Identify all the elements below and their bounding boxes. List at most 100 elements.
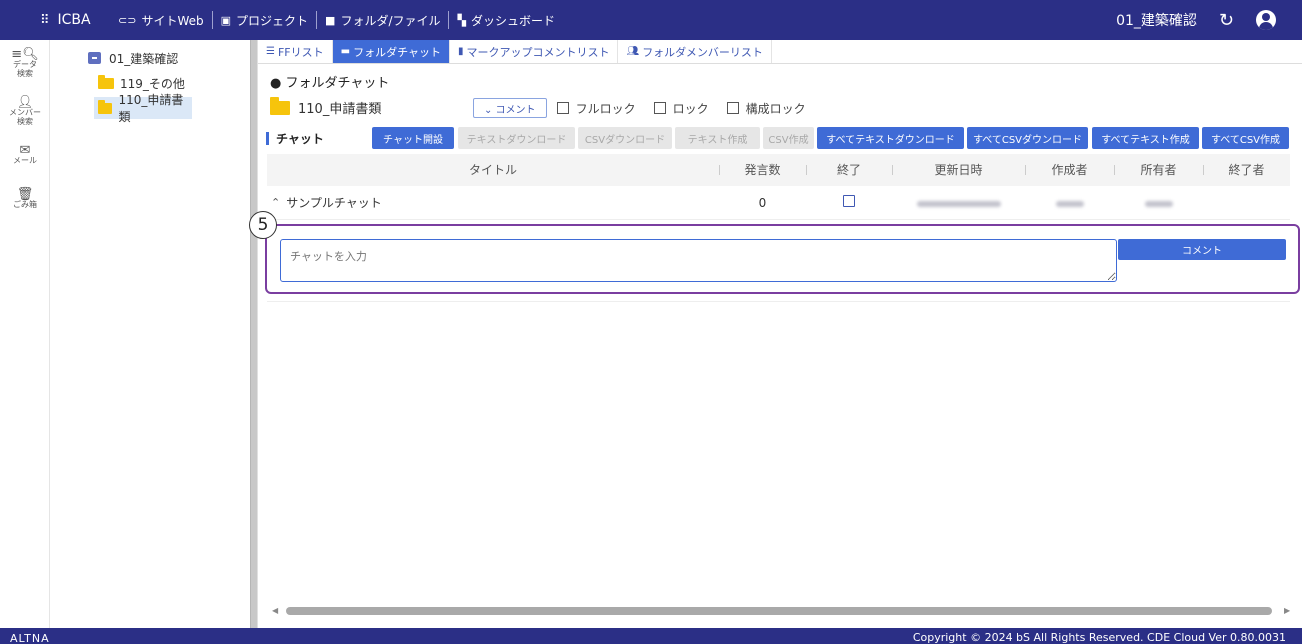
rail-label: データ bbox=[13, 60, 37, 69]
rail-data-search[interactable]: ≡🔍︎ データ 検索 bbox=[0, 47, 50, 78]
chat-input-area: コメント bbox=[267, 222, 1290, 302]
chat-label-text: チャット bbox=[276, 132, 324, 146]
closed-checkbox[interactable] bbox=[843, 195, 855, 207]
tab-ff-list[interactable]: ☰ FFリスト bbox=[258, 40, 333, 63]
nav-dashboard[interactable]: ▚ ダッシュボード bbox=[449, 11, 562, 29]
comment-toggle-button[interactable]: ⌄ コメント bbox=[473, 98, 547, 118]
comment-submit-button[interactable]: コメント bbox=[1118, 239, 1286, 260]
chat-input[interactable] bbox=[280, 239, 1117, 282]
cell-closed bbox=[806, 195, 892, 210]
top-right: 01_建築確認 ↻ bbox=[1116, 10, 1302, 31]
cell-creator bbox=[1025, 196, 1114, 210]
open-chat-button[interactable]: チャット開設 bbox=[372, 127, 454, 149]
checkbox-label: フルロック bbox=[575, 101, 636, 116]
tree-label: 01_建築確認 bbox=[109, 51, 179, 66]
csv-create-button[interactable]: CSV作成 bbox=[763, 127, 814, 149]
left-rail: ≡🔍︎ データ 検索 👤︎ メンバー 検索 ✉ メール 🗑︎ ごみ箱 bbox=[0, 40, 50, 628]
tab-folder-members[interactable]: 👥︎ フォルダメンバーリスト bbox=[618, 40, 772, 63]
reload-icon[interactable]: ↻ bbox=[1219, 10, 1234, 31]
brand[interactable]: ⠿ ICBA bbox=[0, 12, 110, 28]
structure-lock-checkbox[interactable]: 構成ロック bbox=[726, 100, 806, 117]
folder-name: 110_申請書類 bbox=[298, 102, 382, 117]
scroll-thumb[interactable] bbox=[286, 607, 1272, 615]
folder-tree: 01_建築確認 119_その他 110_申請書類 bbox=[50, 40, 250, 628]
section-marker bbox=[266, 132, 269, 145]
all-csv-download-button[interactable]: すべてCSVダウンロード bbox=[967, 127, 1088, 149]
tab-folder-chat[interactable]: ▬ フォルダチャット bbox=[332, 40, 450, 63]
current-project[interactable]: 01_建築確認 bbox=[1116, 10, 1197, 30]
tab-label: フォルダメンバーリスト bbox=[642, 45, 763, 59]
tree-label: 119_その他 bbox=[120, 76, 185, 91]
chat-title: サンプルチャット bbox=[286, 196, 382, 210]
rail-member-search[interactable]: 👤︎ メンバー 検索 bbox=[0, 96, 50, 126]
table-row[interactable]: ⌃ サンプルチャット 0 bbox=[267, 186, 1290, 220]
table-header: タイトル 発言数 終了 更新日時 作成者 所有者 終了者 bbox=[267, 154, 1290, 186]
text-download-button[interactable]: テキストダウンロード bbox=[458, 127, 575, 149]
nav-label: ダッシュボード bbox=[470, 13, 555, 28]
lock-checkbox[interactable]: ロック bbox=[653, 100, 709, 117]
footer-copyright: Copyright © 2024 bS All Rights Reserved.… bbox=[912, 631, 1286, 644]
scroll-right-icon[interactable]: ▶ bbox=[1284, 606, 1290, 615]
nav-label: サイトWeb bbox=[141, 13, 204, 28]
chat-toolbar: チャット チャット開設 テキストダウンロード CSVダウンロード テキスト作成 … bbox=[258, 127, 1302, 149]
scroll-left-icon[interactable]: ◀ bbox=[272, 606, 278, 615]
col-title[interactable]: タイトル bbox=[267, 154, 719, 186]
tree-label: 110_申請書類 bbox=[118, 93, 184, 124]
top-bar: ⠿ ICBA ⊂⊃ サイトWeb ▣ プロジェクト ■ フォルダ/ファイル ▚ … bbox=[0, 0, 1302, 40]
folder-icon bbox=[98, 99, 113, 114]
current-folder: 110_申請書類 bbox=[270, 96, 382, 117]
brand-name: ICBA bbox=[57, 12, 91, 28]
cell-updated bbox=[892, 196, 1025, 210]
tab-markup-comments[interactable]: ▮ マークアップコメントリスト bbox=[450, 40, 619, 63]
app-grid-icon: ⠿ bbox=[40, 12, 50, 28]
dashboard-icon: ▚ bbox=[457, 13, 466, 27]
rail-mail[interactable]: ✉ メール bbox=[0, 143, 50, 165]
rail-label: メール bbox=[13, 156, 37, 165]
panel-splitter[interactable] bbox=[250, 40, 258, 628]
chat-table: タイトル 発言数 終了 更新日時 作成者 所有者 終了者 ⌃ サンプルチャット … bbox=[267, 154, 1290, 220]
col-count[interactable]: 発言数 bbox=[719, 154, 806, 186]
tab-label: FFリスト bbox=[277, 45, 324, 59]
chevron-up-icon[interactable]: ⌃ bbox=[271, 196, 280, 209]
members-icon: 👥︎ bbox=[626, 46, 640, 57]
list-icon: ☰ bbox=[266, 46, 275, 57]
user-avatar-icon[interactable] bbox=[1256, 10, 1276, 30]
checkbox-label: 構成ロック bbox=[745, 101, 806, 116]
tab-label: マークアップコメントリスト bbox=[466, 45, 610, 59]
data-search-icon: ≡🔍︎ bbox=[11, 47, 39, 62]
col-updated[interactable]: 更新日時 bbox=[892, 154, 1025, 186]
tree-item-110[interactable]: 110_申請書類 bbox=[94, 93, 192, 124]
cell-title: ⌃ サンプルチャット bbox=[267, 194, 719, 211]
col-owner[interactable]: 所有者 bbox=[1114, 154, 1203, 186]
rail-trash[interactable]: 🗑︎ ごみ箱 bbox=[0, 188, 50, 209]
cell-count: 0 bbox=[758, 195, 767, 210]
all-text-create-button[interactable]: すべてテキスト作成 bbox=[1092, 127, 1199, 149]
csv-download-button[interactable]: CSVダウンロード bbox=[578, 127, 672, 149]
chat-section-label: チャット bbox=[266, 130, 324, 147]
horizontal-scrollbar[interactable]: ◀ ▶ bbox=[270, 604, 1296, 618]
main-panel: ☰ FFリスト ▬ フォルダチャット ▮ マークアップコメントリスト 👥︎ フォ… bbox=[258, 40, 1302, 628]
folder-icon: ■ bbox=[325, 13, 336, 27]
text-create-button[interactable]: テキスト作成 bbox=[675, 127, 760, 149]
chat-icon: ▬ bbox=[340, 46, 351, 57]
mail-icon: ✉ bbox=[19, 143, 31, 158]
col-creator[interactable]: 作成者 bbox=[1025, 154, 1114, 186]
full-lock-checkbox[interactable]: フルロック bbox=[556, 100, 636, 117]
all-csv-create-button[interactable]: すべてCSV作成 bbox=[1202, 127, 1289, 149]
checkbox-box bbox=[556, 102, 569, 114]
tree-root[interactable]: 01_建築確認 bbox=[88, 47, 178, 69]
nav-site-web[interactable]: ⊂⊃ サイトWeb bbox=[110, 11, 213, 29]
checkbox-label: ロック bbox=[672, 101, 709, 116]
tab-label: フォルダチャット bbox=[353, 45, 441, 59]
col-closed[interactable]: 終了 bbox=[806, 154, 892, 186]
checkbox-box bbox=[726, 102, 739, 114]
nav-folder-file[interactable]: ■ フォルダ/ファイル bbox=[317, 11, 450, 29]
footer: ALTNA Copyright © 2024 bS All Rights Res… bbox=[0, 628, 1302, 644]
markup-icon: ▮ bbox=[457, 46, 464, 57]
folder-icon bbox=[270, 96, 290, 115]
redacted-value bbox=[1055, 200, 1084, 207]
tab-bar: ☰ FFリスト ▬ フォルダチャット ▮ マークアップコメントリスト 👥︎ フォ… bbox=[258, 40, 1302, 64]
nav-project[interactable]: ▣ プロジェクト bbox=[213, 11, 318, 29]
col-closer[interactable]: 終了者 bbox=[1203, 154, 1290, 186]
all-text-download-button[interactable]: すべてテキストダウンロード bbox=[817, 127, 964, 149]
